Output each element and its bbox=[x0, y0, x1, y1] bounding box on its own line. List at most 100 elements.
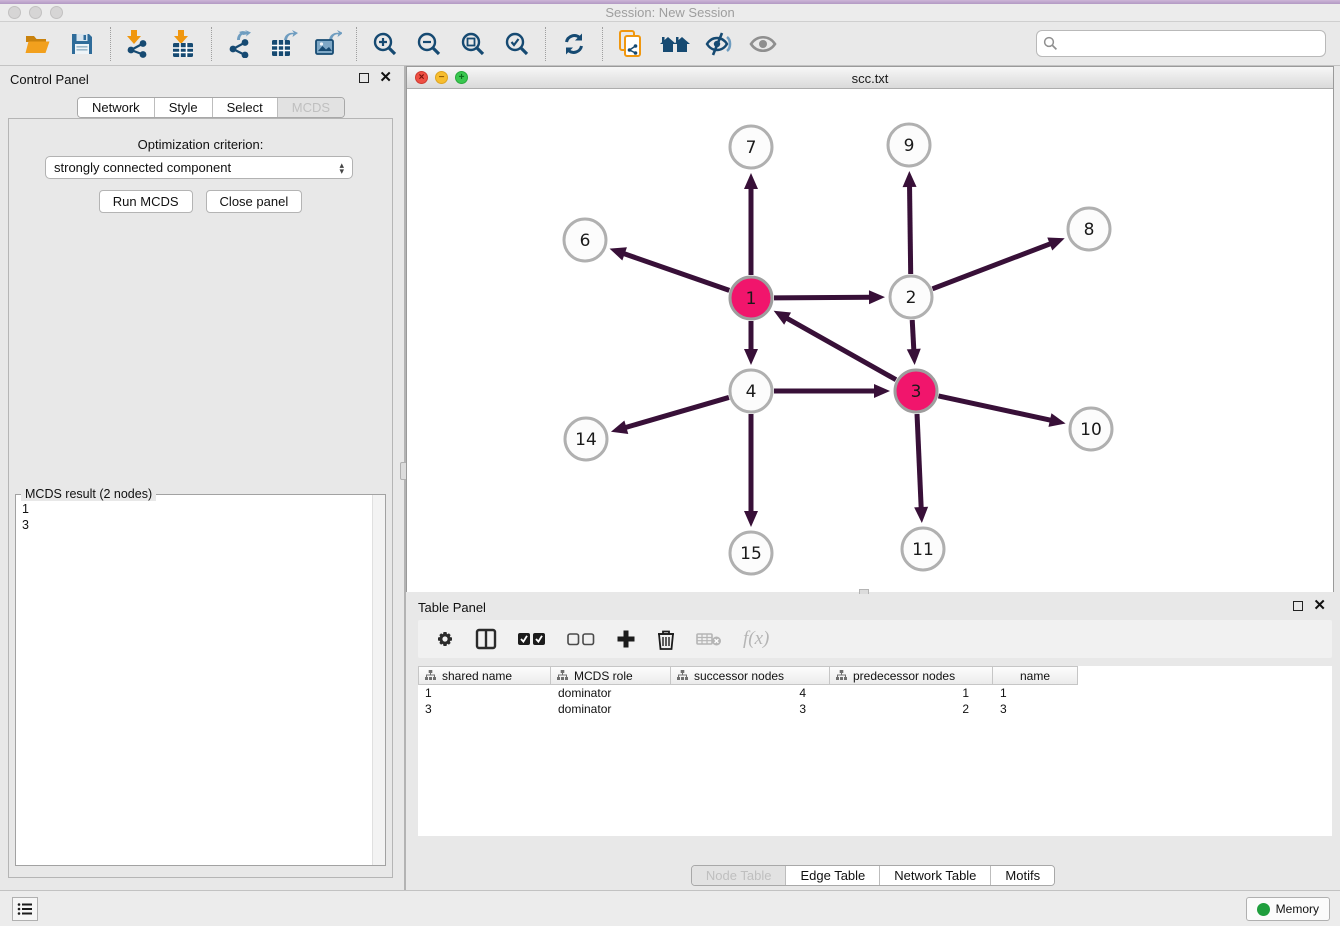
hierarchy-icon bbox=[836, 670, 847, 681]
float-panel-icon[interactable] bbox=[359, 73, 369, 83]
cell-name[interactable]: 3 bbox=[993, 701, 1078, 717]
cell-predecessor-nodes[interactable]: 1 bbox=[830, 685, 993, 701]
node-label-4: 4 bbox=[746, 382, 757, 402]
result-scrollbar[interactable] bbox=[372, 495, 385, 865]
tab-style[interactable]: Style bbox=[155, 98, 213, 117]
zoom-fit-button[interactable] bbox=[455, 26, 491, 62]
tab-network[interactable]: Network bbox=[78, 98, 155, 117]
search-input[interactable] bbox=[1063, 36, 1319, 51]
trash-icon bbox=[657, 629, 675, 650]
cell-shared-name[interactable]: 3 bbox=[418, 701, 551, 717]
network-canvas[interactable]: 7968124314101511 bbox=[407, 89, 1333, 592]
columns-icon bbox=[475, 628, 497, 650]
cell-shared-name[interactable]: 1 bbox=[418, 685, 551, 701]
edge-3-11[interactable] bbox=[917, 414, 921, 510]
network-window: × − + scc.txt 7968124314101511 bbox=[406, 66, 1334, 592]
zoom-selected-button[interactable] bbox=[499, 26, 535, 62]
search-field[interactable] bbox=[1036, 30, 1326, 57]
import-network-button[interactable] bbox=[121, 26, 157, 62]
refresh-button[interactable] bbox=[556, 26, 592, 62]
arrowhead-2-3 bbox=[907, 349, 921, 365]
hierarchy-icon bbox=[557, 670, 568, 681]
control-panel-title: Control Panel bbox=[10, 72, 89, 87]
export-image-button[interactable] bbox=[310, 26, 346, 62]
cell-successor-nodes[interactable]: 3 bbox=[671, 701, 830, 717]
tab-network-table[interactable]: Network Table bbox=[880, 866, 991, 885]
arrowhead-1-6 bbox=[610, 247, 627, 260]
edge-3-10[interactable] bbox=[938, 396, 1052, 421]
unselect-all-button[interactable] bbox=[567, 632, 595, 646]
select-all-button[interactable] bbox=[518, 632, 546, 646]
delete-column-button[interactable] bbox=[696, 631, 722, 647]
gear-button[interactable] bbox=[434, 629, 454, 649]
table-row[interactable]: 1dominator411 bbox=[418, 685, 1332, 701]
close-panel-icon[interactable]: ✕ bbox=[379, 73, 392, 83]
mcds-result-group: MCDS result (2 nodes) 1 3 bbox=[15, 494, 386, 866]
copy-network-button[interactable] bbox=[613, 26, 649, 62]
open-file-icon bbox=[24, 32, 52, 56]
node-label-3: 3 bbox=[911, 382, 922, 402]
cell-MCDS-role[interactable]: dominator bbox=[551, 701, 671, 717]
close-table-panel-icon[interactable]: ✕ bbox=[1313, 601, 1326, 611]
tab-edge-table[interactable]: Edge Table bbox=[786, 866, 880, 885]
column-header-predecessor-nodes[interactable]: predecessor nodes bbox=[830, 666, 993, 685]
zoom-out-button[interactable] bbox=[411, 26, 447, 62]
criterion-dropdown[interactable]: strongly connected component ▴▾ bbox=[45, 156, 353, 179]
function-icon: f(x) bbox=[743, 628, 769, 650]
network-window-titlebar[interactable]: × − + scc.txt bbox=[407, 67, 1333, 89]
node-label-14: 14 bbox=[575, 430, 597, 450]
tab-mcds[interactable]: MCDS bbox=[278, 98, 344, 117]
edge-3-1[interactable] bbox=[785, 317, 896, 380]
list-icon bbox=[17, 902, 33, 916]
eye-slash-button[interactable] bbox=[701, 26, 737, 62]
memory-button[interactable]: Memory bbox=[1246, 897, 1330, 921]
cell-MCDS-role[interactable]: dominator bbox=[551, 685, 671, 701]
refresh-icon bbox=[561, 31, 587, 57]
task-history-button[interactable] bbox=[12, 897, 38, 921]
node-label-7: 7 bbox=[746, 138, 757, 158]
column-header-successor-nodes[interactable]: successor nodes bbox=[671, 666, 830, 685]
edge-2-9[interactable] bbox=[910, 184, 911, 274]
mcds-panel: Optimization criterion: strongly connect… bbox=[8, 118, 393, 878]
column-header-name[interactable]: name bbox=[993, 666, 1078, 685]
tab-node-table[interactable]: Node Table bbox=[692, 866, 787, 885]
cell-predecessor-nodes[interactable]: 2 bbox=[830, 701, 993, 717]
column-header-shared-name[interactable]: shared name bbox=[418, 666, 551, 685]
zoom-in-button[interactable] bbox=[367, 26, 403, 62]
eye-button[interactable] bbox=[745, 26, 781, 62]
column-header-MCDS-role[interactable]: MCDS role bbox=[551, 666, 671, 685]
float-table-panel-icon[interactable] bbox=[1293, 601, 1303, 611]
tab-select[interactable]: Select bbox=[213, 98, 278, 117]
table-row[interactable]: 3dominator323 bbox=[418, 701, 1332, 717]
cell-successor-nodes[interactable]: 4 bbox=[671, 685, 830, 701]
cell-name[interactable]: 1 bbox=[993, 685, 1078, 701]
home-button[interactable] bbox=[657, 26, 693, 62]
close-panel-button[interactable]: Close panel bbox=[206, 190, 303, 213]
memory-label: Memory bbox=[1276, 902, 1319, 916]
edge-1-6[interactable] bbox=[622, 253, 729, 291]
add-column-button[interactable] bbox=[616, 629, 636, 649]
edge-2-3[interactable] bbox=[912, 320, 914, 352]
edge-2-8[interactable] bbox=[932, 243, 1052, 289]
delete-row-button[interactable] bbox=[657, 629, 675, 650]
status-bar: Memory bbox=[0, 890, 1340, 926]
arrowhead-3-11 bbox=[914, 507, 928, 523]
export-table-button[interactable] bbox=[266, 26, 302, 62]
control-panel-tabs: NetworkStyleSelectMCDS bbox=[77, 97, 345, 118]
arrowhead-1-2 bbox=[869, 290, 885, 304]
edge-4-14[interactable] bbox=[623, 397, 728, 428]
function-builder-button[interactable]: f(x) bbox=[743, 628, 769, 650]
tab-motifs[interactable]: Motifs bbox=[991, 866, 1054, 885]
memory-status-icon bbox=[1257, 903, 1270, 916]
edge-1-2[interactable] bbox=[774, 297, 872, 298]
mcds-result-text[interactable]: 1 3 bbox=[16, 497, 372, 865]
columns-button[interactable] bbox=[475, 628, 497, 650]
import-table-button[interactable] bbox=[165, 26, 201, 62]
optimization-criterion-label: Optimization criterion: bbox=[9, 137, 392, 152]
node-label-15: 15 bbox=[740, 544, 762, 564]
save-session-button[interactable] bbox=[64, 26, 100, 62]
export-network-button[interactable] bbox=[222, 26, 258, 62]
run-mcds-button[interactable]: Run MCDS bbox=[99, 190, 193, 213]
node-table: shared nameMCDS rolesuccessor nodesprede… bbox=[418, 666, 1332, 836]
open-file-button[interactable] bbox=[20, 26, 56, 62]
